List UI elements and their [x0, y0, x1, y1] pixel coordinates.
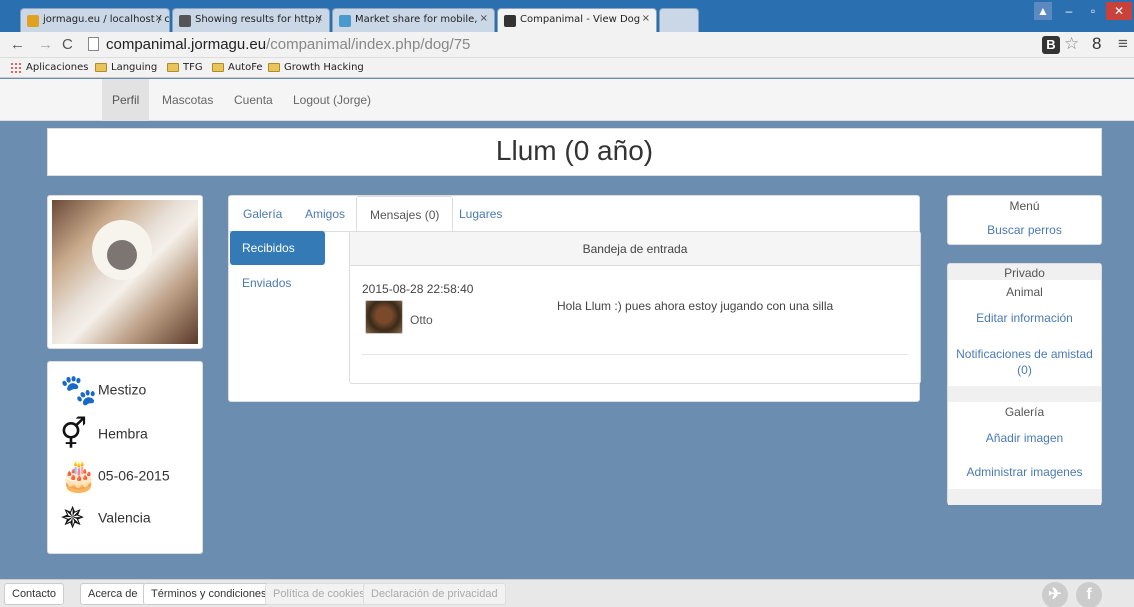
nav-perfil[interactable]: Perfil — [102, 79, 150, 121]
birthdate-row: 🎂05-06-2015 — [60, 460, 170, 493]
site-favicon-icon — [339, 15, 351, 27]
site-navbar: Perfil Mascotas Cuenta Logout (Jorge) — [0, 79, 1134, 121]
message-text: Hola Llum :) pues ahora estoy jugando co… — [557, 299, 834, 313]
user-icon[interactable]: ▲ — [1034, 2, 1052, 20]
new-tab-button[interactable] — [659, 8, 699, 32]
bookmarks-bar: Aplicaciones Languing TFG AutoFe Growth … — [0, 58, 1134, 78]
menu-panel: Menú Buscar perros — [947, 195, 1102, 245]
section-separator — [948, 489, 1101, 505]
contact-button[interactable]: Contacto — [4, 583, 65, 605]
browser-tab[interactable]: jormagu.eu / localhost / c × — [20, 8, 170, 32]
browser-tab-strip: jormagu.eu / localhost / c × Showing res… — [0, 0, 1134, 32]
folder-icon — [212, 63, 224, 72]
bookmark-folder[interactable]: Languing — [95, 62, 157, 73]
page-icon — [88, 37, 99, 51]
folder-icon — [268, 63, 280, 72]
private-title: Privado — [1004, 266, 1045, 280]
edit-info-link[interactable]: Editar información — [948, 310, 1101, 326]
message-date: 2015-08-28 22:58:40 — [362, 282, 474, 296]
dog-photo — [52, 200, 198, 344]
window-close-icon[interactable]: ✕ — [1106, 2, 1132, 20]
extension-b-icon[interactable]: B — [1042, 36, 1060, 54]
site-favicon-icon — [179, 15, 191, 27]
browser-tab-active[interactable]: Companimal - View Dog × — [497, 8, 657, 32]
folder-icon — [167, 63, 179, 72]
tab-galeria[interactable]: Galería — [230, 196, 295, 232]
back-icon[interactable]: ← — [10, 36, 25, 53]
tab-lugares[interactable]: Lugares — [446, 196, 515, 232]
facebook-icon[interactable]: f — [1076, 582, 1102, 607]
dog-photo-panel — [47, 195, 203, 349]
inbox-heading: Bandeja de entrada — [350, 232, 920, 266]
search-dogs-link[interactable]: Buscar perros — [948, 222, 1101, 238]
close-tab-icon[interactable]: × — [155, 13, 163, 24]
tab-mensajes[interactable]: Mensajes (0) — [356, 196, 454, 233]
bookmark-star-icon[interactable]: ☆ — [1064, 34, 1079, 54]
content-tabs: Galería Amigos Mensajes (0) Lugares — [229, 196, 919, 233]
bookmark-folder[interactable]: Growth Hacking — [268, 62, 364, 73]
sex-row: ⚥ Hembra — [60, 418, 148, 451]
reload-icon[interactable]: C — [62, 36, 73, 53]
paw-icon: 🐾 — [60, 374, 98, 407]
extension-s-icon[interactable]: 8 — [1092, 34, 1101, 54]
address-bar[interactable]: companimal.jormagu.eu/companimal/index.p… — [86, 35, 1026, 55]
message-sender[interactable]: Otto — [410, 313, 433, 327]
paw-favicon-icon — [504, 15, 516, 27]
location-row: ✵ Valencia — [60, 502, 151, 535]
private-panel: Privado Animal Editar información Notifi… — [947, 263, 1102, 505]
tab-amigos[interactable]: Amigos — [292, 196, 358, 232]
about-button[interactable]: Acerca de — [80, 583, 146, 605]
browser-tab[interactable]: Showing results for http:/ × — [172, 8, 330, 32]
content-panel: Galería Amigos Mensajes (0) Lugares Reci… — [228, 195, 921, 402]
breed-row: 🐾Mestizo — [60, 374, 147, 407]
gallery-title: Galería — [1004, 405, 1045, 419]
animal-title: Animal — [1006, 285, 1043, 299]
folder-icon — [95, 63, 107, 72]
close-tab-icon[interactable]: × — [480, 13, 488, 24]
section-separator — [948, 386, 1101, 402]
dog-info-panel: 🐾Mestizo ⚥ Hembra 🎂05-06-2015 ✵ Valencia — [47, 361, 203, 554]
bookmark-apps[interactable]: Aplicaciones — [10, 62, 88, 73]
twitter-icon[interactable]: ✈ — [1042, 582, 1068, 607]
birthday-cake-icon: 🎂 — [60, 460, 98, 493]
friend-notifications-link[interactable]: Notificaciones de amistad (0) — [948, 346, 1101, 378]
close-tab-icon[interactable]: × — [642, 13, 650, 24]
inbox-panel: Bandeja de entrada 2015-08-28 22:58:40 O… — [349, 231, 921, 384]
forward-icon[interactable]: → — [38, 36, 53, 53]
browser-toolbar: ← → C companimal.jormagu.eu/companimal/i… — [0, 32, 1134, 58]
gender-icon: ⚥ — [60, 418, 88, 451]
bookmark-folder[interactable]: AutoFe — [212, 62, 263, 73]
browser-tab[interactable]: Market share for mobile, × — [332, 8, 495, 32]
bookmark-folder[interactable]: TFG — [167, 62, 203, 73]
close-tab-icon[interactable]: × — [315, 13, 323, 24]
received-messages-button[interactable]: Recibidos — [230, 231, 325, 265]
apps-grid-icon — [10, 62, 21, 73]
manage-images-link[interactable]: Administrar imagenes — [948, 464, 1101, 480]
privacy-button[interactable]: Declaración de privacidad — [363, 583, 506, 605]
minimize-icon[interactable]: – — [1058, 2, 1080, 20]
add-image-link[interactable]: Añadir imagen — [948, 430, 1101, 446]
footer: Contacto Acerca de Términos y condicione… — [0, 579, 1134, 607]
compass-icon: ✵ — [60, 502, 86, 535]
terms-button[interactable]: Términos y condiciones — [143, 583, 275, 605]
nav-mascotas[interactable]: Mascotas — [152, 79, 223, 121]
cookie-policy-button[interactable]: Política de cookies — [265, 583, 373, 605]
maximize-icon[interactable]: ▫ — [1082, 2, 1104, 20]
sender-avatar[interactable] — [365, 300, 403, 334]
page-title: Llum (0 año) — [47, 128, 1102, 176]
sent-messages-link[interactable]: Enviados — [242, 276, 291, 290]
nav-cuenta[interactable]: Cuenta — [224, 79, 283, 121]
divider — [362, 354, 908, 355]
nav-logout[interactable]: Logout (Jorge) — [283, 79, 381, 121]
menu-title: Menú — [1009, 199, 1040, 213]
phpmyadmin-favicon-icon — [27, 15, 39, 27]
browser-menu-icon[interactable]: ≡ — [1118, 34, 1128, 54]
